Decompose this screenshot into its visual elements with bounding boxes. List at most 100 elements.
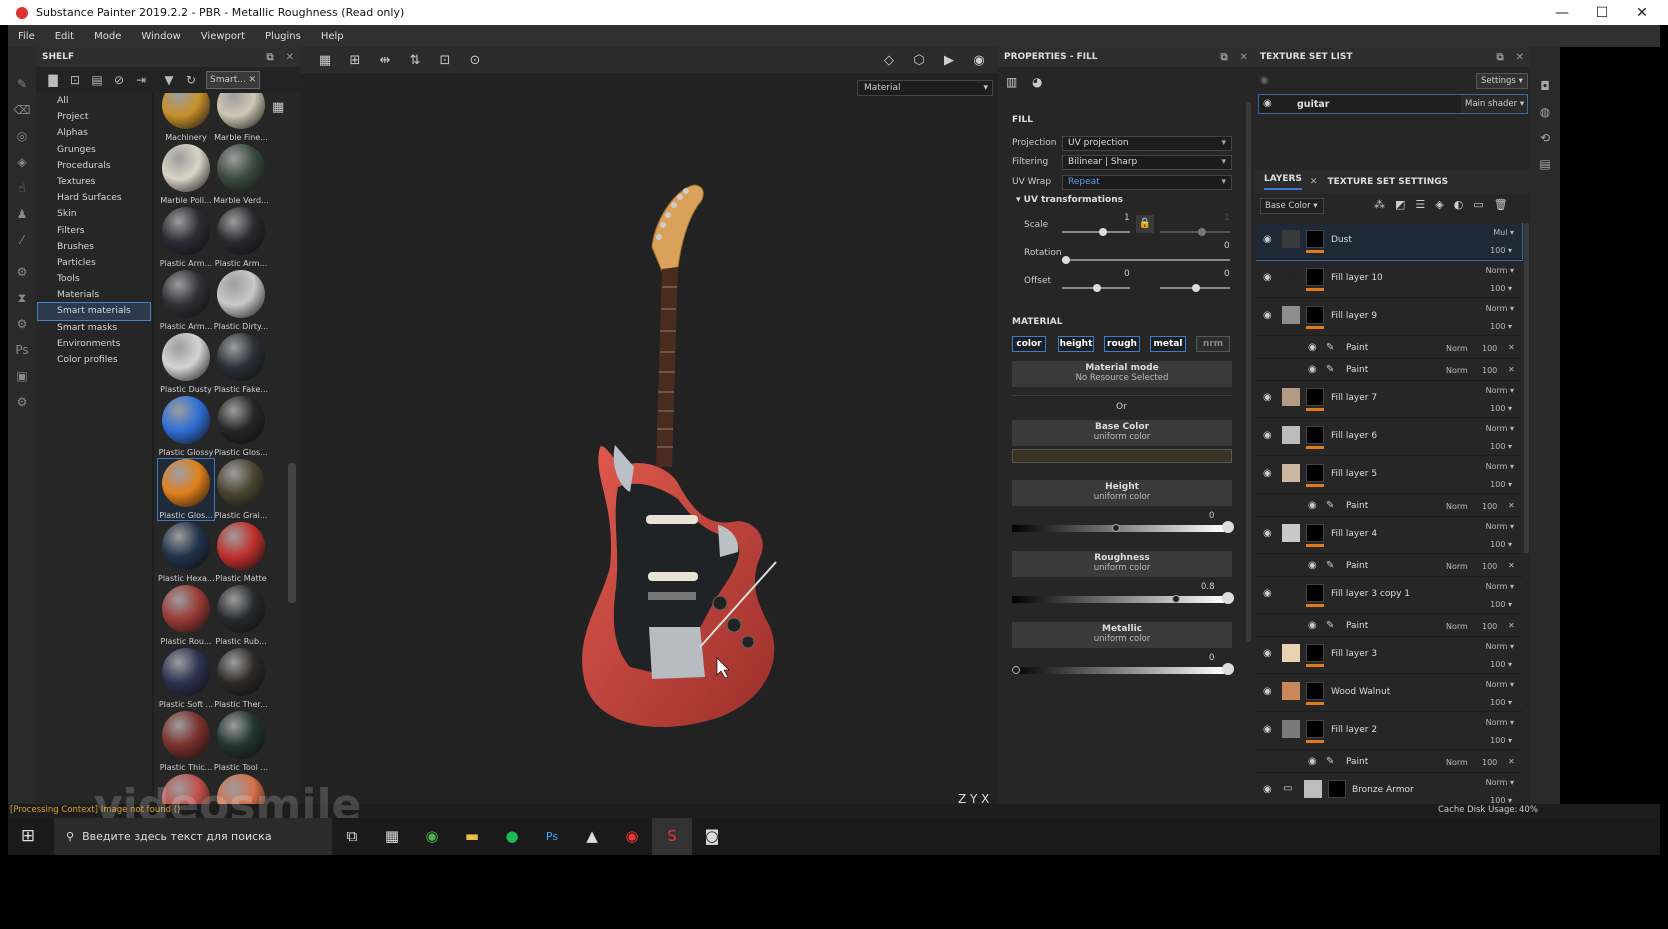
folder-icon[interactable]: ▇ (42, 73, 64, 87)
shelf-category-all[interactable]: All (36, 93, 150, 109)
log-icon[interactable]: ▤ (1530, 151, 1560, 177)
color-picker-icon[interactable]: ⁄ (8, 227, 36, 253)
paint-sublayer[interactable]: ◉ ✎ Paint Norm 100 ✕ (1256, 751, 1522, 773)
settings-icon[interactable]: ⚙ (8, 259, 36, 285)
photoshop-icon[interactable]: Ps (8, 337, 36, 363)
mask-thumbnail[interactable] (1306, 644, 1324, 662)
substance-painter-icon[interactable]: S (652, 818, 692, 855)
blend-mode-select[interactable]: Norm (1446, 344, 1468, 353)
material-thumbnail[interactable]: Marble Fine... (213, 93, 269, 142)
blend-mode-select[interactable]: Norm ▾ (1486, 462, 1514, 471)
eye-icon[interactable]: ◉ (1263, 686, 1272, 697)
material-thumbnail[interactable]: Plastic Rub... (213, 585, 269, 646)
material-thumbnail[interactable]: Marble Poli... (158, 144, 214, 205)
eye-icon[interactable]: ◉ (1308, 342, 1317, 353)
eye-icon[interactable]: ◉ (1263, 648, 1272, 659)
photoshop-taskbar-icon[interactable]: Ps (532, 818, 572, 855)
menu-help[interactable]: Help (321, 31, 344, 42)
filter-icon[interactable]: ▼ (158, 73, 180, 87)
offset-x-knob[interactable] (1093, 284, 1101, 292)
height-knob[interactable] (1112, 524, 1120, 532)
roughness-knob[interactable] (1172, 595, 1180, 603)
clone-icon[interactable]: ♟ (8, 201, 36, 227)
chrome-icon[interactable]: ◉ (412, 818, 452, 855)
layer-row[interactable]: ◉ Fill layer 5 Norm ▾ 100 ▾ (1256, 457, 1522, 494)
shelf-category-grunges[interactable]: Grunges (36, 142, 150, 158)
tab-texture-set-settings[interactable]: TEXTURE SET SETTINGS (1327, 177, 1448, 187)
shelf-scrollbar[interactable] (288, 463, 296, 603)
add-effect-icon[interactable]: ⁂ (1374, 198, 1385, 211)
rotation-knob[interactable] (1062, 256, 1070, 264)
mask-thumbnail[interactable] (1328, 780, 1346, 798)
eraser-icon[interactable]: ⌫ (8, 97, 36, 123)
remove-icon[interactable]: ✕ (1508, 621, 1515, 630)
layer-row[interactable]: ◉ Fill layer 10 Norm ▾ 100 ▾ (1256, 261, 1522, 298)
opacity-value[interactable]: 100 ▾ (1490, 698, 1512, 707)
eye-icon[interactable]: ◉ (1263, 528, 1272, 539)
remove-icon[interactable]: ✕ (1508, 343, 1515, 352)
layer-row[interactable]: ◉ Fill layer 7 Norm ▾ 100 ▾ (1256, 381, 1522, 418)
delete-layer-icon[interactable]: 🗑 (1494, 198, 1508, 211)
opacity-value[interactable]: 100 ▾ (1490, 736, 1512, 745)
opacity-value[interactable]: 100 (1482, 502, 1497, 511)
material-thumbnail[interactable]: Plastic Matte (213, 522, 269, 583)
material-thumbnail[interactable]: Plastic Dusty (158, 333, 214, 394)
material-thumbnail[interactable]: Plastic Tool ... (213, 711, 269, 772)
grid-view-icon[interactable]: ▦ (272, 100, 284, 115)
float-icon[interactable]: ⧉ (1220, 52, 1227, 63)
eye-icon[interactable]: ◉ (1263, 588, 1272, 599)
add-fill-layer-icon[interactable]: ◈ (1435, 198, 1443, 211)
photos-icon[interactable]: ▲ (572, 818, 612, 855)
mask-thumbnail[interactable] (1306, 388, 1324, 406)
uv-transformations-heading[interactable]: ▾ UV transformations (1016, 195, 1123, 205)
eye-icon[interactable]: ◉ (1263, 430, 1272, 441)
material-thumbnail[interactable]: Marble Verd... (213, 144, 269, 205)
paint-sublayer[interactable]: ◉ ✎ Paint Norm 100 ✕ (1256, 359, 1522, 381)
import-icon[interactable]: ⇥ (130, 73, 152, 87)
eye-icon[interactable]: ◉ (1263, 272, 1272, 283)
scale-slider-2[interactable] (1160, 228, 1230, 236)
remove-icon[interactable]: ✕ (1508, 757, 1515, 766)
blend-mode-select[interactable]: Mul ▾ (1493, 228, 1514, 237)
material-thumbnail[interactable]: Plastic Arm... (158, 270, 214, 331)
close-button[interactable]: ✕ (1622, 5, 1662, 21)
opacity-value[interactable]: 100 (1482, 366, 1497, 375)
channel-nrm-button[interactable]: nrm (1196, 336, 1230, 352)
shelf-category-skin[interactable]: Skin (36, 206, 150, 222)
close-texture-set-icon[interactable]: ✕ (1516, 52, 1524, 63)
material-thumbnail[interactable]: Plastic Glossy (158, 396, 214, 457)
base-color-swatch[interactable] (1012, 449, 1232, 463)
scale-knob[interactable] (1099, 228, 1107, 236)
layer-row[interactable]: ◉ Fill layer 3 copy 1 Norm ▾ 100 ▾ (1256, 577, 1522, 614)
channel-metal-button[interactable]: metal (1150, 336, 1186, 352)
remove-icon[interactable]: ✕ (1508, 365, 1515, 374)
material-mode-block[interactable]: Material mode No Resource Selected (1012, 361, 1232, 387)
new-resource-icon[interactable]: ⊡ (64, 73, 86, 87)
material-tab-icon[interactable]: ▥ (1006, 75, 1017, 89)
display-settings-icon[interactable]: ◘ (1530, 73, 1560, 99)
float-icon[interactable]: ⧉ (1496, 52, 1503, 63)
rotation-slider[interactable] (1062, 256, 1230, 264)
material-thumbnail[interactable]: Plastic Rou... (158, 585, 214, 646)
menu-viewport[interactable]: Viewport (201, 31, 245, 42)
layer-row[interactable]: ◉ Fill layer 4 Norm ▾ 100 ▾ (1256, 517, 1522, 554)
mask-thumbnail[interactable] (1306, 230, 1324, 248)
sphere-tab-icon[interactable]: ◕ (1032, 75, 1042, 89)
mask-thumbnail[interactable] (1306, 720, 1324, 738)
mask-thumbnail[interactable] (1306, 524, 1324, 542)
close-properties-icon[interactable]: ✕ (1240, 52, 1248, 63)
blend-mode-select[interactable]: Norm ▾ (1486, 266, 1514, 275)
clear-search-icon[interactable]: ✕ (248, 75, 256, 85)
menu-mode[interactable]: Mode (94, 31, 121, 42)
material-thumbnail[interactable]: Plastic Ther... (213, 648, 269, 709)
bake-icon[interactable]: ⧗ (8, 285, 36, 311)
offset-y-slider[interactable] (1160, 284, 1230, 292)
eye-icon[interactable]: ◉ (1263, 468, 1272, 479)
shelf-category-smart-materials[interactable]: Smart materials (37, 302, 151, 321)
mask-thumbnail[interactable] (1306, 306, 1324, 324)
opacity-value[interactable]: 100 ▾ (1490, 600, 1512, 609)
opacity-value[interactable]: 100 (1482, 344, 1497, 353)
channel-height-button[interactable]: height (1058, 336, 1094, 352)
projection-icon[interactable]: ◎ (8, 123, 36, 149)
scale-knob-2[interactable] (1198, 228, 1206, 236)
